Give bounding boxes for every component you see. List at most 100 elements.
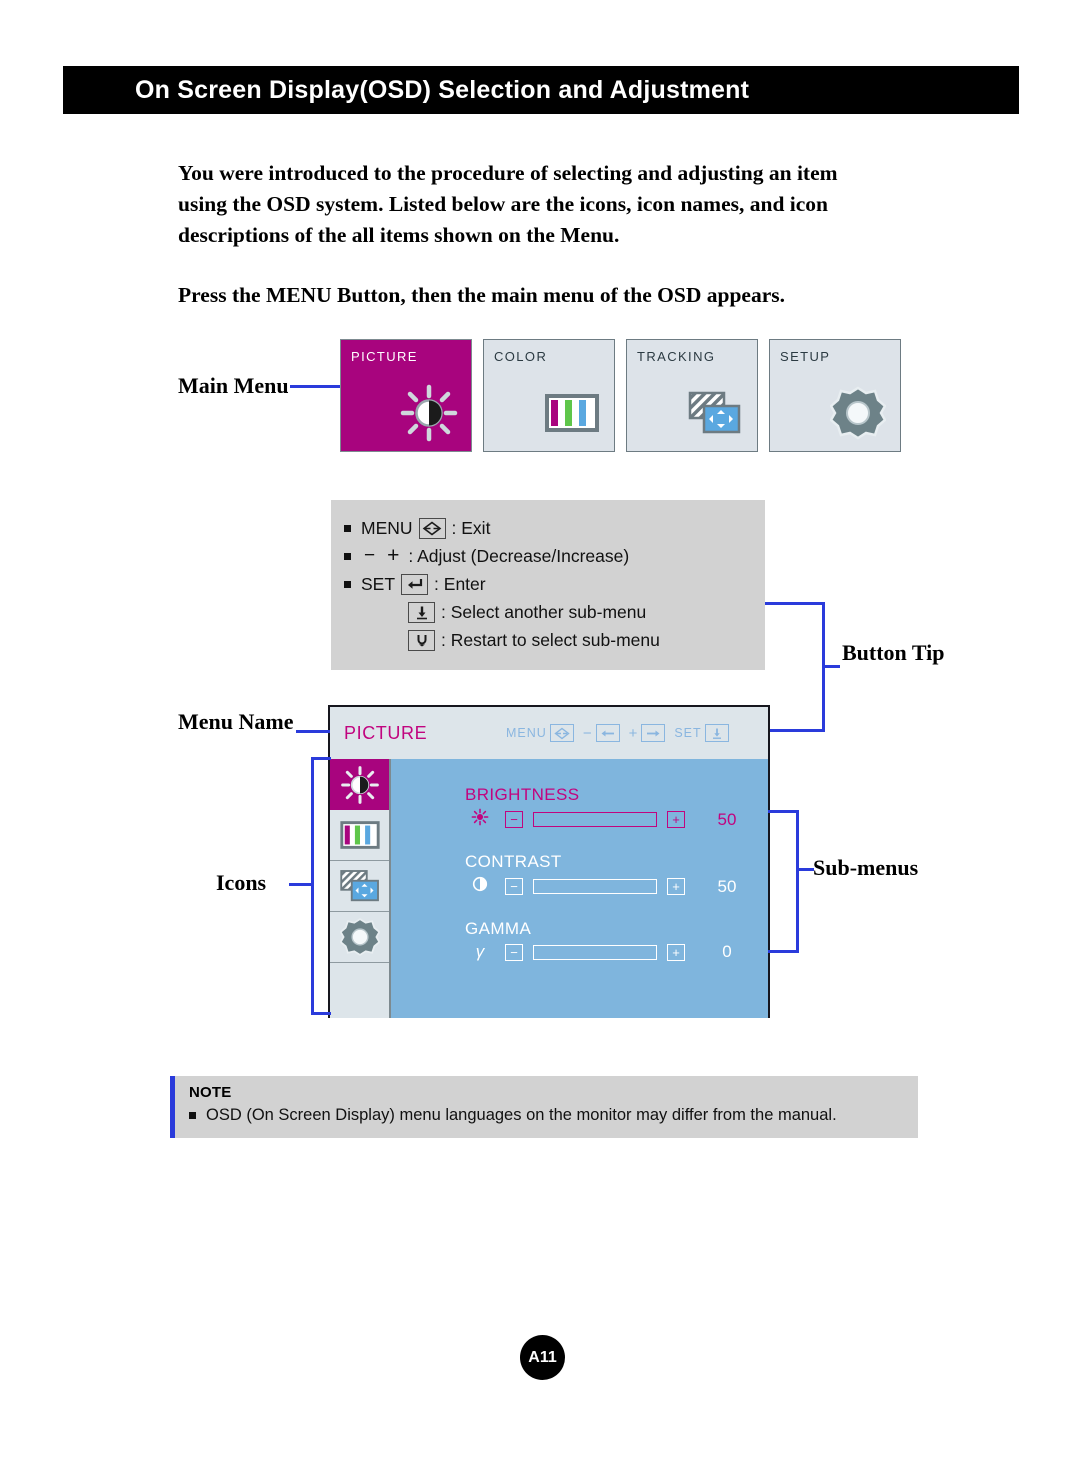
sun-icon [465, 808, 495, 831]
osd-hint-increase[interactable]: + [629, 724, 666, 742]
gamma-slider[interactable] [533, 944, 657, 960]
osd-body: BRIGHTNESS − + 50 CONTRAST − + 50 GAMMA … [330, 759, 768, 1018]
exit-diamond-icon [549, 724, 574, 742]
gamma-icon: γ [475, 942, 485, 961]
osd-submenu-row-gamma[interactable]: GAMMA γ − + 0 [391, 919, 768, 962]
osd-icon-cell-blank [330, 963, 389, 1014]
osd-button-hints: MENU − + SET [506, 724, 729, 742]
increase-button[interactable]: + [667, 943, 685, 961]
osd-icon-cell-tracking[interactable] [330, 861, 389, 912]
osd-submenu-value: 50 [717, 876, 737, 896]
tip-desc-adjust: : Adjust (Decrease/Increase) [408, 546, 630, 566]
osd-icon-cell-setup[interactable] [330, 912, 389, 963]
brightness-icon [397, 381, 461, 445]
gear-icon [826, 381, 890, 445]
main-menu-tile-picture[interactable]: PICTURE [340, 339, 472, 452]
osd-hint-label: + [628, 724, 639, 742]
callout-menu-name: Menu Name [178, 709, 294, 734]
osd-submenu-value: 50 [717, 809, 737, 829]
intro-paragraph-1: You were introduced to the procedure of … [178, 161, 838, 247]
tip-line-select-submenu: : Select another sub-menu [344, 598, 765, 626]
page-title: On Screen Display(OSD) Selection and Adj… [135, 75, 750, 104]
leader-submenus-stub [796, 868, 814, 871]
main-menu-tile-color[interactable]: COLOR [483, 339, 615, 452]
osd-icon-cell-picture[interactable] [330, 759, 389, 810]
increase-button[interactable]: + [667, 811, 685, 828]
osd-hint-label: − [582, 724, 593, 742]
leader-button-tip-bottom [765, 729, 824, 732]
restart-arrow-icon [408, 629, 435, 651]
leader-main-menu [290, 385, 340, 388]
osd-submenu-row-contrast[interactable]: CONTRAST − + 50 [391, 852, 768, 898]
osd-submenu-label: GAMMA [465, 919, 532, 938]
main-menu-tile-label: PICTURE [351, 349, 418, 364]
note-body-row: OSD (On Screen Display) menu languages o… [189, 1106, 918, 1125]
menu-exit-icon [418, 517, 446, 539]
page-header-bar: On Screen Display(OSD) Selection and Adj… [63, 66, 1019, 114]
osd-hint-label: MENU [506, 726, 547, 740]
osd-submenu-label: BRIGHTNESS [465, 785, 580, 804]
osd-header: PICTURE MENU − + SET [330, 707, 768, 759]
osd-menu-name: PICTURE [344, 722, 428, 743]
bullet-icon [344, 524, 351, 532]
enter-arrow-icon [401, 573, 429, 595]
osd-submenu-row-brightness[interactable]: BRIGHTNESS − + 50 [391, 785, 768, 831]
osd-panel: PICTURE MENU − + SET BRIGHTNESS − + 50 C… [328, 705, 770, 1018]
main-menu-tile-setup[interactable]: SETUP [769, 339, 901, 452]
callout-main-menu: Main Menu [178, 373, 289, 398]
decrease-button[interactable]: − [505, 811, 523, 828]
main-menu-tile-tracking[interactable]: TRACKING [626, 339, 758, 452]
leader-icons-bottom [311, 1012, 331, 1015]
osd-hint-set[interactable]: SET [674, 724, 729, 742]
osd-hint-label: SET [674, 726, 702, 740]
bullet-icon [344, 552, 351, 560]
contrast-slider[interactable] [533, 879, 657, 894]
tip-line-set-enter: SET : Enter [344, 570, 765, 598]
osd-icon-cell-color[interactable] [330, 810, 389, 861]
callout-button-tip: Button Tip [842, 640, 945, 665]
main-menu-tile-label: TRACKING [637, 349, 716, 364]
leader-icons-top [311, 757, 331, 760]
note-box: NOTE OSD (On Screen Display) menu langua… [170, 1076, 918, 1138]
down-arrow-icon [408, 601, 435, 623]
plus-icon: + [387, 544, 400, 567]
osd-submenu-label: CONTRAST [465, 852, 562, 871]
decrease-button[interactable]: − [505, 878, 523, 895]
brightness-slider[interactable] [533, 812, 657, 827]
half-circle-icon [465, 875, 495, 898]
down-arrow-icon [704, 724, 729, 742]
osd-icon-column [330, 759, 391, 1018]
osd-hint-menu[interactable]: MENU [506, 724, 574, 742]
increase-button[interactable]: + [667, 878, 685, 895]
tip-desc-select-submenu: : Select another sub-menu [441, 602, 647, 622]
intro-paragraph-2: Press the MENU Button, then the main men… [178, 283, 785, 307]
callout-sub-menus: Sub-menus [813, 855, 919, 880]
tip-desc-menu: : Exit [451, 518, 491, 538]
tip-desc-restart-submenu: : Restart to select sub-menu [441, 630, 660, 650]
leader-button-tip-stub [822, 665, 840, 668]
callout-icons: Icons [216, 870, 267, 895]
right-arrow-icon [641, 724, 666, 742]
decrease-button[interactable]: − [505, 943, 523, 961]
tip-key-set: SET [361, 574, 396, 594]
leader-button-tip-top [765, 602, 824, 605]
button-tip-box: MENU : Exit − + : Adjust (Decrease/Incre… [331, 500, 765, 670]
leader-menu-name [296, 730, 330, 733]
minus-icon: − [364, 545, 376, 566]
main-menu-tile-row: PICTURE COLOR TRACKING SETUP [340, 339, 901, 452]
tracking-icon [683, 381, 747, 445]
leader-icons-spine [311, 757, 314, 1015]
color-bars-icon [540, 381, 604, 445]
intro-text-block: You were introduced to the procedure of … [178, 158, 888, 311]
osd-submenu-value: 0 [722, 942, 732, 961]
leader-icons-stub [289, 883, 313, 886]
osd-hint-decrease[interactable]: − [583, 724, 620, 742]
leader-submenus-bottom [768, 950, 798, 953]
osd-submenu-list: BRIGHTNESS − + 50 CONTRAST − + 50 GAMMA … [391, 759, 768, 1018]
main-menu-tile-label: COLOR [494, 349, 548, 364]
bullet-icon [344, 580, 351, 588]
note-title: NOTE [189, 1084, 232, 1101]
bullet-icon [189, 1112, 196, 1119]
main-menu-tile-label: SETUP [780, 349, 831, 364]
note-body-text: OSD (On Screen Display) menu languages o… [206, 1106, 837, 1124]
